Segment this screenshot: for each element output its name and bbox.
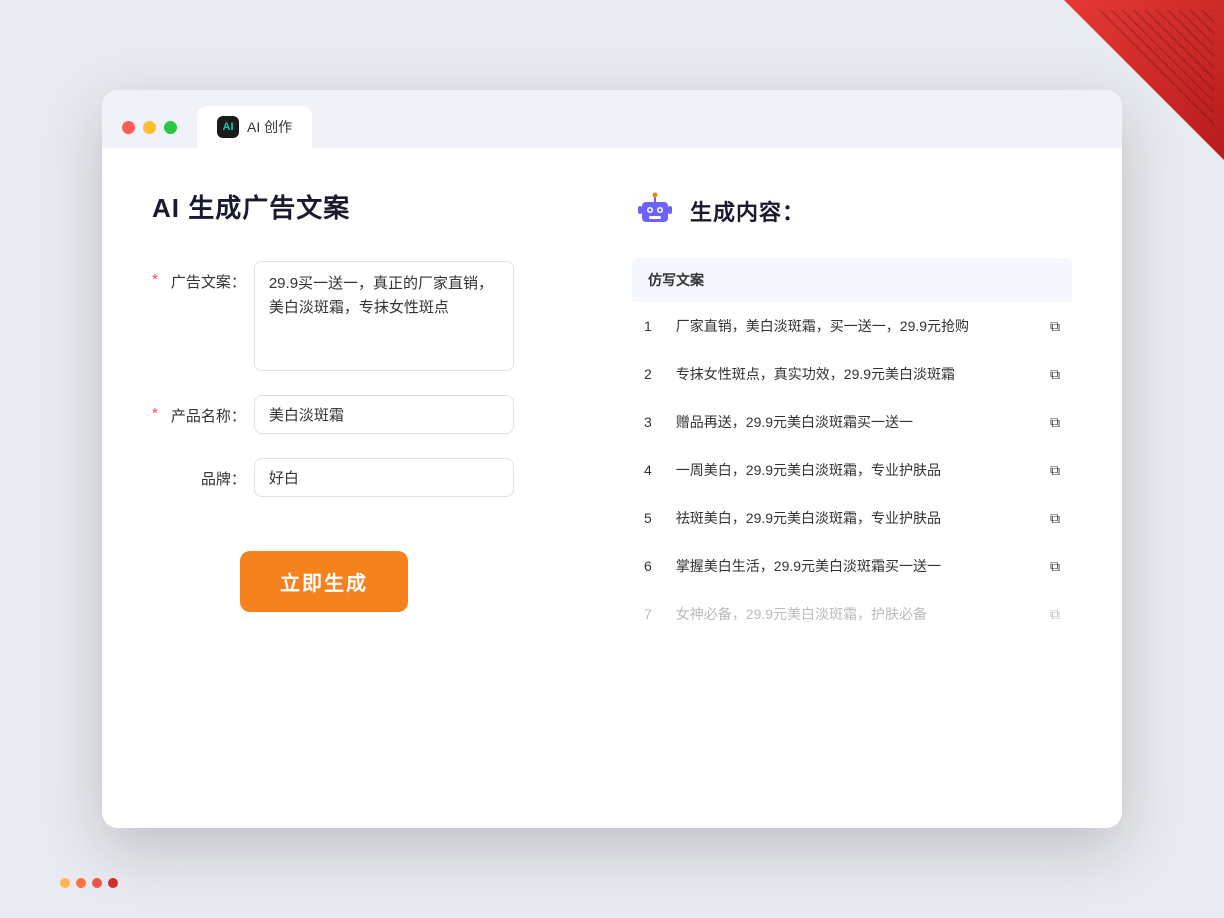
dot-4: [108, 878, 118, 888]
dot-3: [92, 878, 102, 888]
row-number: 5: [632, 494, 664, 542]
page-title: AI 生成广告文案: [152, 188, 572, 225]
bottom-decoration: [60, 878, 118, 888]
minimize-button[interactable]: [143, 121, 156, 134]
right-panel-title: 生成内容：: [690, 195, 805, 227]
table-row: 3 赠品再送，29.9元美白淡斑霜买一送一 ⧉: [632, 398, 1072, 446]
copy-icon[interactable]: ⧉: [1038, 542, 1072, 590]
table-row: 6 掌握美白生活，29.9元美白淡斑霜买一送一 ⧉: [632, 542, 1072, 590]
brand-group: * 品牌：: [152, 458, 572, 497]
row-number: 4: [632, 446, 664, 494]
row-text: 祛斑美白，29.9元美白淡斑霜，专业护肤品: [664, 494, 1038, 542]
browser-window: AI AI 创作 AI 生成广告文案 * 广告文案： * 产品名称： *: [102, 90, 1122, 828]
row-text: 女神必备，29.9元美白淡斑霜，护肤必备: [664, 590, 1038, 638]
ai-tab[interactable]: AI AI 创作: [197, 106, 312, 148]
title-bar: AI AI 创作: [102, 90, 1122, 148]
table-row: 2 专抹女性斑点，真实功效，29.9元美白淡斑霜 ⧉: [632, 350, 1072, 398]
row-number: 7: [632, 590, 664, 638]
row-number: 2: [632, 350, 664, 398]
table-row: 5 祛斑美白，29.9元美白淡斑霜，专业护肤品 ⧉: [632, 494, 1072, 542]
row-number: 3: [632, 398, 664, 446]
table-header: 仿写文案: [632, 258, 1072, 302]
copy-icon[interactable]: ⧉: [1038, 398, 1072, 446]
product-name-group: * 产品名称：: [152, 395, 572, 434]
ad-copy-label: 广告文案：: [166, 261, 246, 292]
dot-1: [60, 878, 70, 888]
row-text: 掌握美白生活，29.9元美白淡斑霜买一送一: [664, 542, 1038, 590]
copy-icon[interactable]: ⧉: [1038, 590, 1072, 638]
row-text: 专抹女性斑点，真实功效，29.9元美白淡斑霜: [664, 350, 1038, 398]
ad-copy-input[interactable]: [254, 261, 514, 371]
ai-tab-icon: AI: [217, 116, 239, 138]
row-text: 赠品再送，29.9元美白淡斑霜买一送一: [664, 398, 1038, 446]
brand-input[interactable]: [254, 458, 514, 497]
right-header: 生成内容：: [632, 188, 1072, 234]
product-name-required: *: [152, 395, 158, 422]
results-table: 仿写文案 1 厂家直销，美白淡斑霜，买一送一，29.9元抢购 ⧉ 2 专抹女性斑…: [632, 258, 1072, 638]
content-area: AI 生成广告文案 * 广告文案： * 产品名称： * 品牌： 立即生成: [102, 148, 1122, 828]
product-name-input[interactable]: [254, 395, 514, 434]
table-row: 4 一周美白，29.9元美白淡斑霜，专业护肤品 ⧉: [632, 446, 1072, 494]
tab-icon-label: AI: [223, 121, 234, 133]
maximize-button[interactable]: [164, 121, 177, 134]
tab-label: AI 创作: [247, 117, 292, 137]
left-panel: AI 生成广告文案 * 广告文案： * 产品名称： * 品牌： 立即生成: [152, 188, 572, 788]
row-number: 6: [632, 542, 664, 590]
product-name-label: 产品名称：: [166, 395, 246, 426]
robot-icon: [632, 188, 678, 234]
table-row: 7 女神必备，29.9元美白淡斑霜，护肤必备 ⧉: [632, 590, 1072, 638]
brand-label: 品牌：: [166, 458, 246, 489]
copy-icon[interactable]: ⧉: [1038, 350, 1072, 398]
row-number: 1: [632, 302, 664, 350]
close-button[interactable]: [122, 121, 135, 134]
copy-icon[interactable]: ⧉: [1038, 494, 1072, 542]
generate-button[interactable]: 立即生成: [240, 551, 408, 612]
row-text: 厂家直销，美白淡斑霜，买一送一，29.9元抢购: [664, 302, 1038, 350]
ad-copy-group: * 广告文案：: [152, 261, 572, 371]
traffic-lights: [122, 121, 177, 134]
copy-icon[interactable]: ⧉: [1038, 302, 1072, 350]
table-row: 1 厂家直销，美白淡斑霜，买一送一，29.9元抢购 ⧉: [632, 302, 1072, 350]
copy-icon[interactable]: ⧉: [1038, 446, 1072, 494]
right-panel: 生成内容： 仿写文案 1 厂家直销，美白淡斑霜，买一送一，29.9元抢购 ⧉ 2…: [632, 188, 1072, 788]
row-text: 一周美白，29.9元美白淡斑霜，专业护肤品: [664, 446, 1038, 494]
dot-2: [76, 878, 86, 888]
ad-copy-required: *: [152, 261, 158, 288]
